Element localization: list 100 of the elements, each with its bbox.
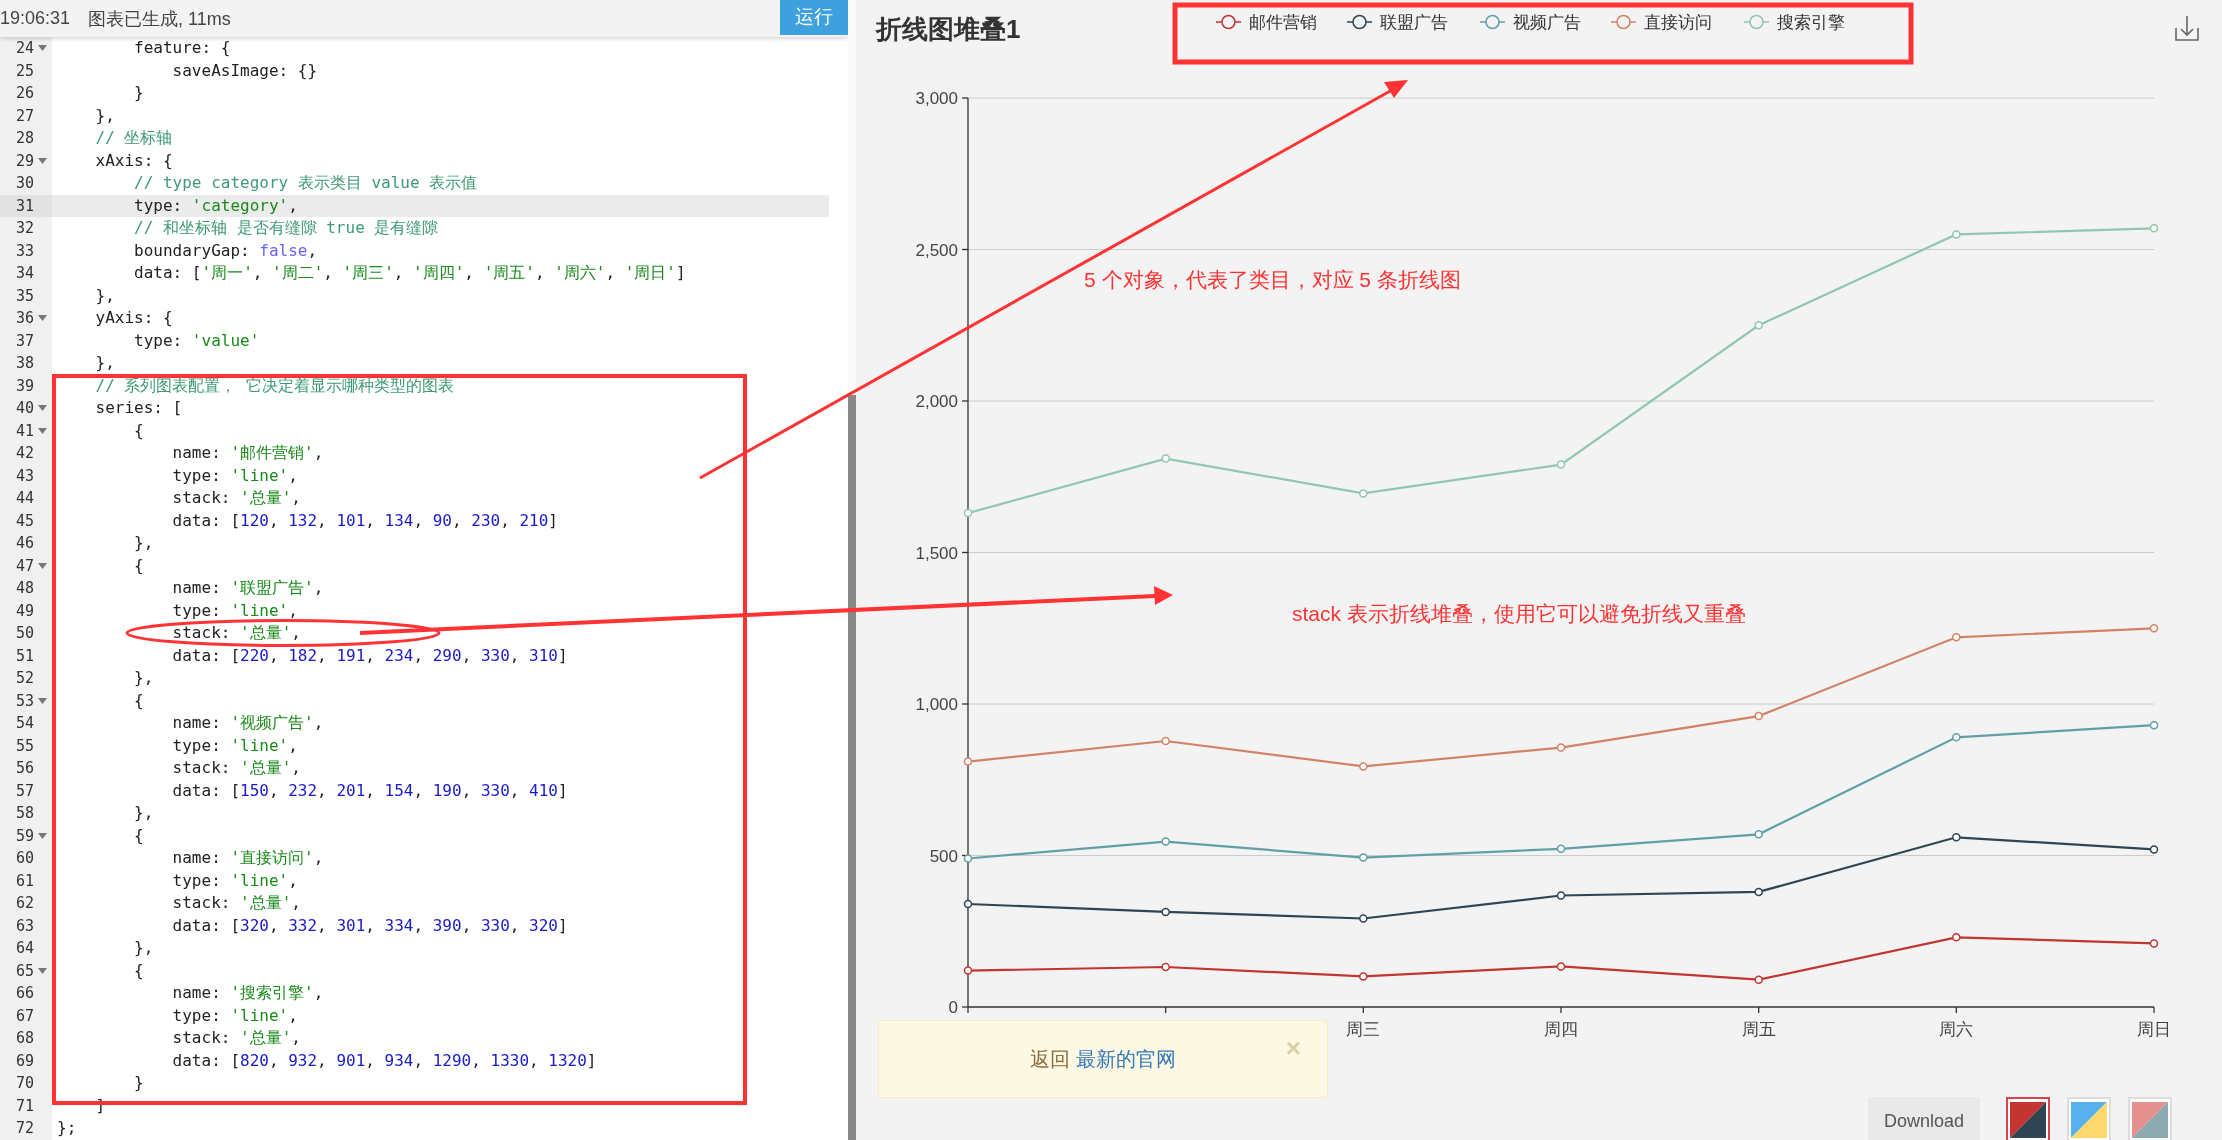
line-number: 46: [15, 534, 34, 553]
code-line: },: [133, 532, 154, 554]
data-point: [1754, 321, 1763, 330]
line-number: 48: [15, 579, 34, 598]
legend-label: 视频广告: [1513, 13, 1581, 32]
line-number: 52: [15, 669, 34, 688]
line-number: 36: [15, 309, 34, 328]
download-icon[interactable]: [2175, 15, 2199, 41]
data-point: [963, 854, 973, 863]
code-line: stack: '总量',: [171, 487, 301, 509]
data-point: [963, 966, 973, 975]
line-number: 51: [15, 646, 34, 665]
line-number: 61: [15, 871, 34, 890]
code-line: yAxis: {: [94, 307, 173, 329]
legend-item[interactable]: 直接访问: [1610, 13, 1712, 32]
fold-icon[interactable]: [38, 427, 47, 434]
line-number: 33: [15, 241, 34, 260]
code-line: // 坐标轴: [94, 127, 173, 149]
code-line: stack: '总量',: [171, 757, 301, 779]
fold-icon[interactable]: [38, 405, 47, 412]
notice-text: 返回 最新的官网: [1030, 1046, 1176, 1072]
fold-icon[interactable]: [38, 157, 47, 164]
line-number: 66: [15, 984, 34, 1003]
legend-item[interactable]: 搜索引擎: [1743, 13, 1845, 32]
line-number: 25: [15, 61, 34, 80]
line-number: 24: [15, 39, 34, 58]
legend-item[interactable]: 邮件营销: [1215, 13, 1317, 32]
line-number: 44: [15, 489, 34, 508]
line-number: 53: [15, 691, 34, 710]
axis-label: 1,500: [915, 543, 958, 563]
code-line: type: 'line',: [171, 1004, 298, 1027]
axis-label: 周四: [1544, 1020, 1578, 1039]
code-line: {: [133, 554, 144, 577]
line-number: 29: [15, 151, 34, 170]
data-point: [1161, 736, 1170, 746]
fold-icon[interactable]: [38, 697, 47, 704]
code-line: feature: {: [133, 37, 231, 59]
theme-button[interactable]: [2006, 1097, 2050, 1140]
line-number: 31: [15, 196, 34, 215]
code-line: {: [133, 689, 144, 712]
code-line: // 系列图表配置， 它决定着显示哪种类型的图表: [94, 374, 455, 397]
data-point: [1556, 891, 1566, 900]
code-line: }: [133, 1072, 144, 1094]
code-line: xAxis: {: [94, 149, 173, 172]
fold-icon[interactable]: [38, 832, 47, 839]
code-line: },: [94, 284, 115, 307]
website-link[interactable]: 最新的官网: [1075, 1047, 1176, 1070]
fold-icon[interactable]: [38, 562, 47, 569]
code-line: {: [133, 959, 144, 982]
code-line: stack: '总量',: [171, 892, 301, 914]
line-number: 63: [15, 916, 34, 935]
code-line: {: [133, 824, 144, 847]
annotation-text: 5 个对象，代表了类目，对应 5 条折线图: [1084, 267, 1461, 293]
code-line: type: 'category',: [133, 194, 298, 217]
axis-label: 2,500: [915, 240, 958, 260]
axis-label: 0: [948, 998, 958, 1017]
fold-icon[interactable]: [38, 967, 47, 974]
fold-icon[interactable]: [38, 45, 47, 52]
fold-icon[interactable]: [38, 315, 47, 322]
line-number: 41: [15, 421, 34, 440]
data-point: [963, 899, 973, 909]
line-number: 57: [15, 781, 34, 800]
data-point: [1359, 914, 1368, 923]
legend-label: 直接访问: [1644, 13, 1712, 32]
line-number: 49: [15, 601, 34, 620]
data-point: [1161, 907, 1170, 917]
line-number: 72: [15, 1119, 34, 1138]
line-number: 39: [15, 376, 34, 395]
data-point: [1359, 489, 1368, 498]
code-line: },: [133, 802, 154, 824]
data-point: [1359, 853, 1368, 862]
code-line: data: [820, 932, 901, 934, 1290, 1330, 1320]: [171, 1049, 597, 1072]
code-line: saveAsImage: {}: [171, 59, 318, 82]
splitter-handle[interactable]: [848, 395, 856, 1140]
axis-label: 3,000: [915, 89, 958, 108]
legend-item[interactable]: 联盟广告: [1346, 13, 1448, 32]
line-number: 34: [15, 264, 34, 283]
code-line: },: [133, 937, 154, 959]
code-line: data: [320, 332, 301, 334, 390, 330, 320]: [171, 914, 568, 937]
code-line: name: '邮件营销',: [171, 442, 324, 464]
legend-label: 邮件营销: [1249, 13, 1317, 32]
code-line: },: [94, 352, 115, 374]
code-line: type: 'line',: [171, 869, 298, 892]
line-number: 37: [15, 331, 34, 350]
code-line: data: [150, 232, 201, 154, 190, 330, 410]: [171, 779, 568, 802]
code-line: type: 'line',: [171, 464, 298, 487]
data-point: [1952, 633, 1961, 642]
legend-item[interactable]: 视频广告: [1479, 13, 1581, 32]
download-button[interactable]: Download: [1868, 1097, 1980, 1140]
line-number: 68: [15, 1029, 34, 1048]
data-point: [2149, 845, 2159, 854]
data-point: [2149, 624, 2159, 633]
data-point: [1359, 762, 1368, 771]
code-line: stack: '总量',: [171, 622, 301, 644]
data-point: [1754, 830, 1763, 839]
code-line: data: ['周一', '周二', '周三', '周四', '周五', '周六', '周日']: [133, 262, 686, 284]
data-point: [1161, 837, 1170, 846]
line-number: 71: [15, 1096, 34, 1115]
data-point: [1556, 962, 1566, 971]
line-number: 38: [15, 354, 34, 373]
